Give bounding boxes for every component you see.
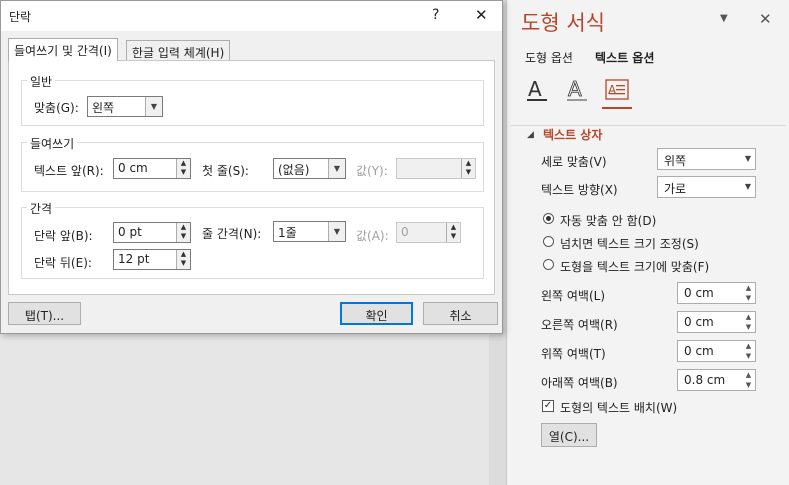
at-value: 0 xyxy=(401,225,409,239)
right-margin-input[interactable]: 0 cm ▲ ▼ xyxy=(677,311,756,333)
chevron-down-icon: ▼ xyxy=(328,159,345,178)
vertical-align-select[interactable]: 위쪽 ▼ xyxy=(657,148,756,170)
pane-title: 도형 서식 xyxy=(521,11,605,35)
vertical-align-label: 세로 맞춤(V) xyxy=(541,155,607,169)
help-icon[interactable]: ? xyxy=(432,7,439,23)
chevron-down-icon: ▼ xyxy=(328,222,345,241)
spacing-before-input[interactable]: 0 pt ▲ ▼ xyxy=(113,222,191,243)
cancel-button[interactable]: 취소 xyxy=(423,302,498,325)
by-input: ▲ ▼ xyxy=(396,158,476,179)
pane-close-icon[interactable]: ✕ xyxy=(759,10,772,28)
autofit-none-radio[interactable] xyxy=(543,213,554,224)
spacing-after-input[interactable]: 12 pt ▲ ▼ xyxy=(113,249,191,270)
line-spacing-select[interactable]: 1줄 ▼ xyxy=(273,221,346,242)
left-margin-input[interactable]: 0 cm ▲ ▼ xyxy=(677,282,756,304)
tab-panel: 일반 맞춤(G): 왼쪽 ▼ 들여쓰기 텍스트 앞(R): 0 cm ▲ ▼ 첫 … xyxy=(8,60,495,295)
spin-up-down-icon[interactable]: ▲ ▼ xyxy=(742,341,755,361)
spin-up-down-icon[interactable]: ▲ ▼ xyxy=(742,283,755,303)
check-icon: ✓ xyxy=(543,400,553,411)
wrap-text-label[interactable]: 도형의 텍스트 배치(W) xyxy=(560,399,677,416)
autofit-resize-radio[interactable] xyxy=(543,259,554,270)
special-value: (없음) xyxy=(278,163,310,177)
ok-button[interactable]: 확인 xyxy=(340,302,413,325)
svg-text:A: A xyxy=(528,77,542,101)
at-input: 0 ▲ ▼ xyxy=(396,222,461,243)
line-spacing-label: 줄 간격(N): xyxy=(202,227,262,241)
spin-up-down-icon[interactable]: ▲ ▼ xyxy=(742,312,755,332)
format-shape-pane: 도형 서식 ▼ ✕ 도형 옵션 텍스트 옵션 A A A ◢ 텍스트 상자 세로… xyxy=(506,0,789,485)
autofit-resize-label[interactable]: 도형을 텍스트 크기에 맞춤(F) xyxy=(560,258,709,275)
pane-options-chevron-down-icon[interactable]: ▼ xyxy=(720,13,728,24)
by-label: 값(Y): xyxy=(356,164,388,178)
top-margin-value: 0 cm xyxy=(684,344,714,358)
chevron-down-icon: ▼ xyxy=(744,154,751,163)
spin-up-down-icon[interactable]: ▲ ▼ xyxy=(176,159,190,178)
text-direction-select[interactable]: 가로 ▼ xyxy=(657,176,756,198)
autofit-none-label[interactable]: 자동 맞춤 안 함(D) xyxy=(560,212,656,229)
alignment-value: 왼쪽 xyxy=(92,101,115,115)
line-spacing-value: 1줄 xyxy=(278,226,297,240)
group-indentation-title: 들여쓰기 xyxy=(27,135,78,152)
tab-shape-options[interactable]: 도형 옵션 xyxy=(525,49,573,66)
alignment-label: 맞춤(G): xyxy=(34,101,79,115)
tab-asian-typography[interactable]: 한글 입력 체계(H) xyxy=(126,40,231,61)
text-outline-icon[interactable]: A xyxy=(564,77,590,103)
group-general-title: 일반 xyxy=(27,73,56,90)
bottom-margin-label: 아래쪽 여백(B) xyxy=(541,376,618,390)
active-tab-indicator xyxy=(602,107,632,109)
top-margin-input[interactable]: 0 cm ▲ ▼ xyxy=(677,340,756,362)
spacing-before-label: 단락 앞(B): xyxy=(34,229,93,243)
tabs-button[interactable]: 탭(T)... xyxy=(8,302,81,325)
section-title-textbox[interactable]: 텍스트 상자 xyxy=(543,126,602,143)
spacing-after-label: 단락 뒤(E): xyxy=(34,256,92,270)
chevron-down-icon: ▼ xyxy=(145,97,162,116)
spin-up-down-icon: ▲ ▼ xyxy=(461,159,475,178)
bottom-margin-value: 0.8 cm xyxy=(684,373,726,387)
autofit-shrink-radio[interactable] xyxy=(543,236,554,247)
right-margin-label: 오른쪽 여백(R) xyxy=(541,318,618,332)
dialog-title: 단락 xyxy=(9,10,32,24)
textbox-icon[interactable]: A xyxy=(602,77,632,109)
close-icon[interactable]: ✕ xyxy=(475,6,488,24)
columns-button[interactable]: 열(C)... xyxy=(541,423,597,447)
text-direction-value: 가로 xyxy=(664,182,687,196)
special-label: 첫 줄(S): xyxy=(202,164,249,178)
chevron-down-icon: ▼ xyxy=(744,182,751,191)
spacing-before-value: 0 pt xyxy=(118,225,142,239)
alignment-select[interactable]: 왼쪽 ▼ xyxy=(87,96,163,117)
top-margin-label: 위쪽 여백(T) xyxy=(541,347,606,361)
spin-up-down-icon[interactable]: ▲ ▼ xyxy=(176,250,190,269)
text-direction-label: 텍스트 방향(X) xyxy=(541,183,618,197)
paragraph-dialog: 단락 ? ✕ 들여쓰기 및 간격(I) 한글 입력 체계(H) 일반 맞춤(G)… xyxy=(0,0,503,334)
text-fill-icon[interactable]: A xyxy=(524,77,550,103)
left-margin-value: 0 cm xyxy=(684,286,714,300)
spin-up-down-icon[interactable]: ▲ ▼ xyxy=(742,370,755,390)
section-collapse-icon[interactable]: ◢ xyxy=(527,130,534,140)
bottom-margin-input[interactable]: 0.8 cm ▲ ▼ xyxy=(677,369,756,391)
right-margin-value: 0 cm xyxy=(684,315,714,329)
special-select[interactable]: (없음) ▼ xyxy=(273,158,346,179)
spacing-after-value: 12 pt xyxy=(118,252,150,266)
group-spacing-title: 간격 xyxy=(27,200,56,217)
before-text-value: 0 cm xyxy=(118,161,148,175)
left-margin-label: 왼쪽 여백(L) xyxy=(541,289,606,303)
spin-up-down-icon[interactable]: ▲ ▼ xyxy=(176,223,190,242)
vertical-align-value: 위쪽 xyxy=(664,154,687,168)
at-label: 값(A): xyxy=(356,229,389,243)
spin-up-down-icon: ▲ ▼ xyxy=(446,223,460,242)
tab-text-options[interactable]: 텍스트 옵션 xyxy=(595,49,654,66)
svg-text:A: A xyxy=(568,77,582,101)
autofit-shrink-label[interactable]: 넘치면 텍스트 크기 조정(S) xyxy=(560,235,699,252)
wrap-text-checkbox[interactable]: ✓ xyxy=(542,400,554,412)
dialog-titlebar[interactable]: 단락 ? ✕ xyxy=(1,1,502,31)
before-text-label: 텍스트 앞(R): xyxy=(34,164,104,178)
svg-text:A: A xyxy=(608,83,617,97)
tab-indents-spacing[interactable]: 들여쓰기 및 간격(I) xyxy=(8,38,118,61)
before-text-input[interactable]: 0 cm ▲ ▼ xyxy=(113,158,191,179)
